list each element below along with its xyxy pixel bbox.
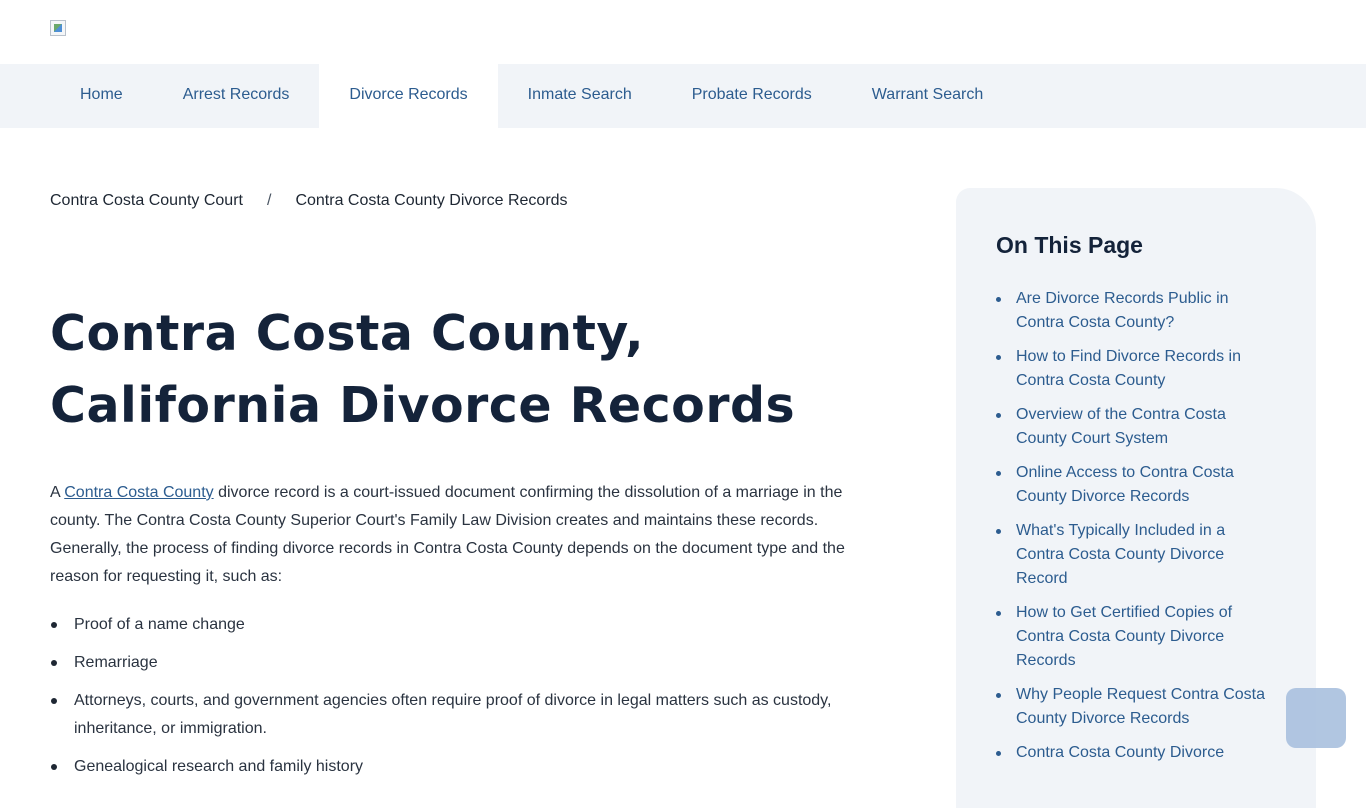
toc-link[interactable]: Are Divorce Records Public in Contra Cos… [996,287,1276,335]
toc-title: On This Page [996,232,1143,258]
intro-paragraph: A Contra Costa County divorce record is … [50,479,860,591]
floating-action-button[interactable] [1286,688,1346,748]
nav-item-inmate-search[interactable]: Inmate Search [498,64,662,128]
nav-item-divorce-records[interactable]: Divorce Records [299,64,518,128]
nav-item-warrant-search[interactable]: Warrant Search [842,64,1013,128]
county-link[interactable]: Contra Costa County [64,484,213,501]
toc-link[interactable]: How to Get Certified Copies of Contra Co… [996,601,1276,673]
intro-prefix: A [50,484,65,501]
breadcrumb-separator: / [266,192,272,209]
reasons-list: Proof of a name change Remarriage Attorn… [50,611,850,791]
toc-list: Are Divorce Records Public in Contra Cos… [996,287,1276,765]
nav-item-home[interactable]: Home [50,64,153,128]
toc-link[interactable]: Why People Request Contra Costa County D… [996,683,1276,731]
list-item: Remarriage [50,649,850,677]
toc-link[interactable]: What's Typically Included in a Contra Co… [996,519,1276,591]
nav-list: Home Arrest Records Divorce Records Inma… [50,64,1013,128]
table-of-contents: On This Page Are Divorce Records Public … [956,188,1316,808]
nav-item-arrest-records[interactable]: Arrest Records [153,64,320,128]
list-item: Attorneys, courts, and government agenci… [50,687,850,743]
list-item: Genealogical research and family history [50,753,850,781]
toc-link[interactable]: Contra Costa County Divorce [996,741,1276,765]
toc-link[interactable]: How to Find Divorce Records in Contra Co… [996,345,1276,393]
breadcrumb-item-current: Contra Costa County Divorce Records [295,192,568,209]
site-logo-image[interactable] [50,20,66,36]
breadcrumb-item-court[interactable]: Contra Costa County Court [50,192,243,210]
list-item: Proof of a name change [50,611,850,639]
main-navigation: Home Arrest Records Divorce Records Inma… [0,64,1366,128]
toc-link[interactable]: Overview of the Contra Costa County Cour… [996,403,1276,451]
toc-link[interactable]: Online Access to Contra Costa County Div… [996,461,1276,509]
nav-item-probate-records[interactable]: Probate Records [662,64,842,128]
breadcrumb: Contra Costa County Court / Contra Costa… [50,192,568,210]
page-title: Contra Costa County, California Divorce … [50,305,796,434]
